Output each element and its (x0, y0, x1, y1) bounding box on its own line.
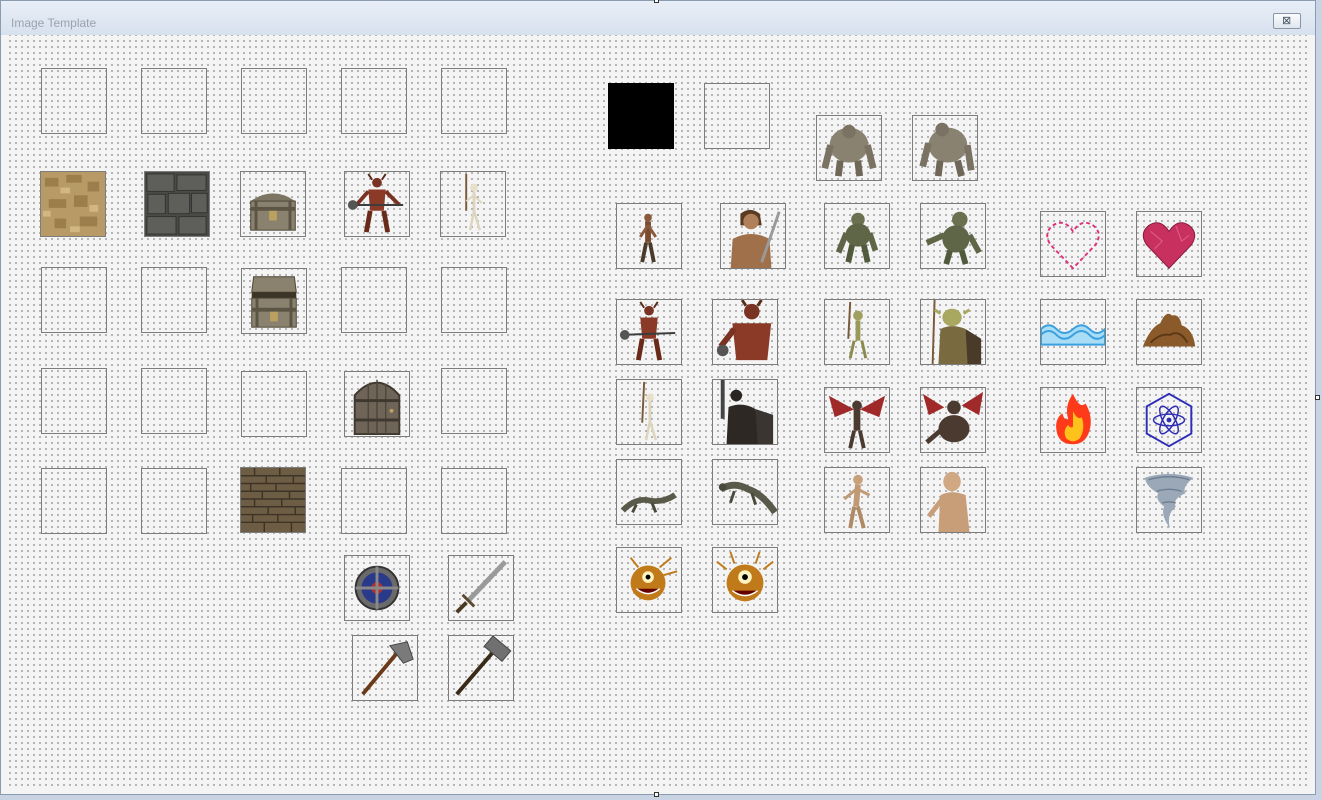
atom-icon[interactable] (1136, 387, 1202, 453)
winged-demon-icon[interactable] (824, 387, 890, 453)
minotaur-icon[interactable] (616, 299, 682, 365)
minotaur-icon[interactable] (712, 299, 778, 365)
minotaur-icon[interactable] (344, 171, 410, 237)
tornado-icon[interactable] (1136, 467, 1202, 533)
fire-icon[interactable] (1040, 387, 1106, 453)
empty-slot[interactable] (41, 267, 107, 333)
empty-slot[interactable] (141, 468, 207, 534)
ghoul-icon[interactable] (824, 467, 890, 533)
beholder-icon[interactable] (712, 547, 778, 613)
empty-slot[interactable] (341, 68, 407, 134)
empty-slot[interactable] (41, 68, 107, 134)
hammer-icon[interactable] (448, 635, 514, 701)
stone-golem-icon[interactable] (912, 115, 978, 181)
ghoul-icon[interactable] (920, 467, 986, 533)
troll-icon[interactable] (824, 203, 890, 269)
empty-slot[interactable] (241, 68, 307, 134)
empty-slot[interactable] (141, 267, 207, 333)
design-canvas[interactable] (5, 35, 1311, 787)
sand-texture[interactable] (40, 171, 106, 237)
stone-golem-icon[interactable] (816, 115, 882, 181)
empty-slot[interactable] (341, 267, 407, 333)
dark-knight-icon[interactable] (712, 379, 778, 445)
earth-pile-icon[interactable] (1136, 299, 1202, 365)
lizard-icon[interactable] (712, 459, 778, 525)
wooden-door-icon[interactable] (344, 371, 410, 437)
skeleton-icon[interactable] (616, 379, 682, 445)
warrior-icon[interactable] (720, 203, 786, 269)
warrior-icon[interactable] (616, 203, 682, 269)
axe-icon[interactable] (352, 635, 418, 701)
troll-icon[interactable] (920, 203, 986, 269)
empty-slot[interactable] (41, 368, 107, 434)
empty-slot[interactable] (441, 267, 507, 333)
beholder-icon[interactable] (616, 547, 682, 613)
water-icon[interactable] (1040, 299, 1106, 365)
open-chest-icon[interactable] (241, 268, 307, 334)
image-template-window: Image Template ⊠ (0, 0, 1316, 797)
brick-wall-texture[interactable] (240, 467, 306, 533)
winged-demon-icon[interactable] (920, 387, 986, 453)
goblin-icon[interactable] (824, 299, 890, 365)
resize-handle-bottom[interactable] (654, 792, 659, 797)
treasure-chest-icon[interactable] (240, 171, 306, 237)
heart-filled-icon[interactable] (1136, 211, 1202, 277)
heart-outline-icon[interactable] (1040, 211, 1106, 277)
empty-slot[interactable] (41, 468, 107, 534)
resize-handle-right[interactable] (1315, 395, 1320, 400)
close-icon: ⊠ (1282, 15, 1292, 27)
empty-slot[interactable] (441, 68, 507, 134)
empty-slot[interactable] (241, 371, 307, 437)
resize-handle-top[interactable] (654, 0, 659, 3)
empty-slot[interactable] (141, 368, 207, 434)
shield-icon[interactable] (344, 555, 410, 621)
stone-texture[interactable] (144, 171, 210, 237)
close-button[interactable]: ⊠ (1273, 13, 1301, 29)
empty-slot[interactable] (141, 68, 207, 134)
empty-slot[interactable] (341, 468, 407, 534)
empty-slot[interactable] (441, 368, 507, 434)
sword-icon[interactable] (448, 555, 514, 621)
empty-slot[interactable] (441, 468, 507, 534)
window-title: Image Template (11, 16, 97, 30)
skeleton-icon[interactable] (440, 171, 506, 237)
empty-slot[interactable] (704, 83, 770, 149)
goblin-icon[interactable] (920, 299, 986, 365)
title-bar[interactable]: Image Template ⊠ (1, 1, 1315, 35)
lizard-icon[interactable] (616, 459, 682, 525)
black-image[interactable] (608, 83, 674, 149)
